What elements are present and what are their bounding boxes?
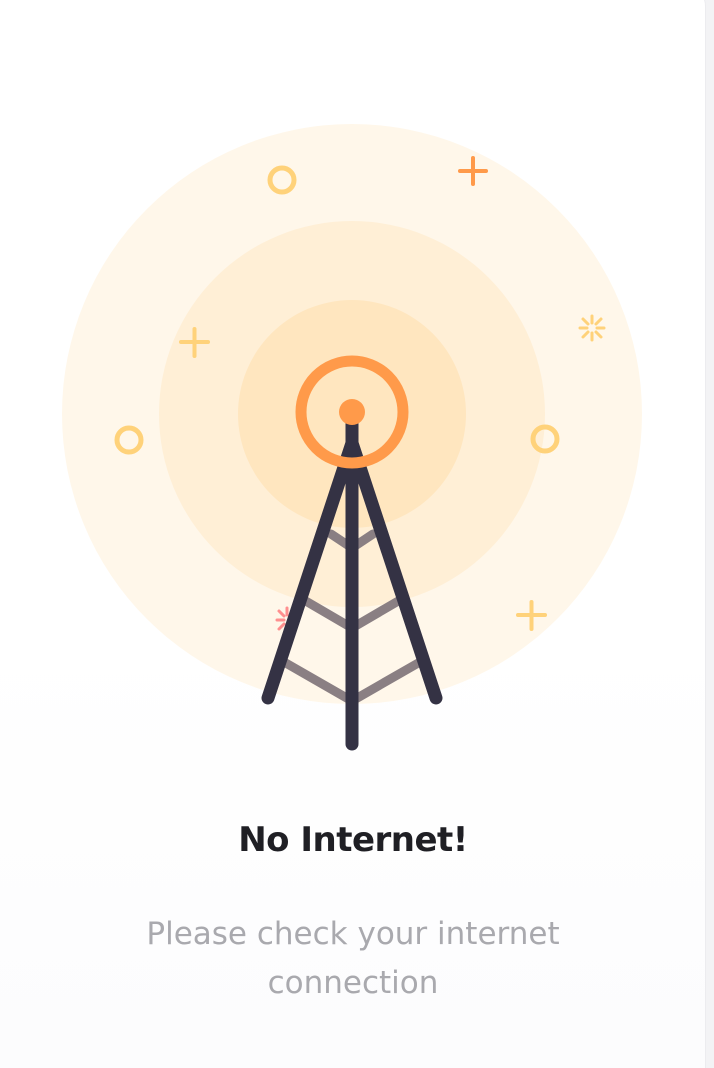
no-internet-card: No Internet! Please check your internet …: [0, 0, 706, 1068]
signal-tower-illustration: [62, 124, 642, 751]
page-title: No Internet!: [238, 820, 468, 860]
signal-dot: [339, 399, 365, 425]
status-message: Please check your internet connection: [146, 916, 560, 1001]
